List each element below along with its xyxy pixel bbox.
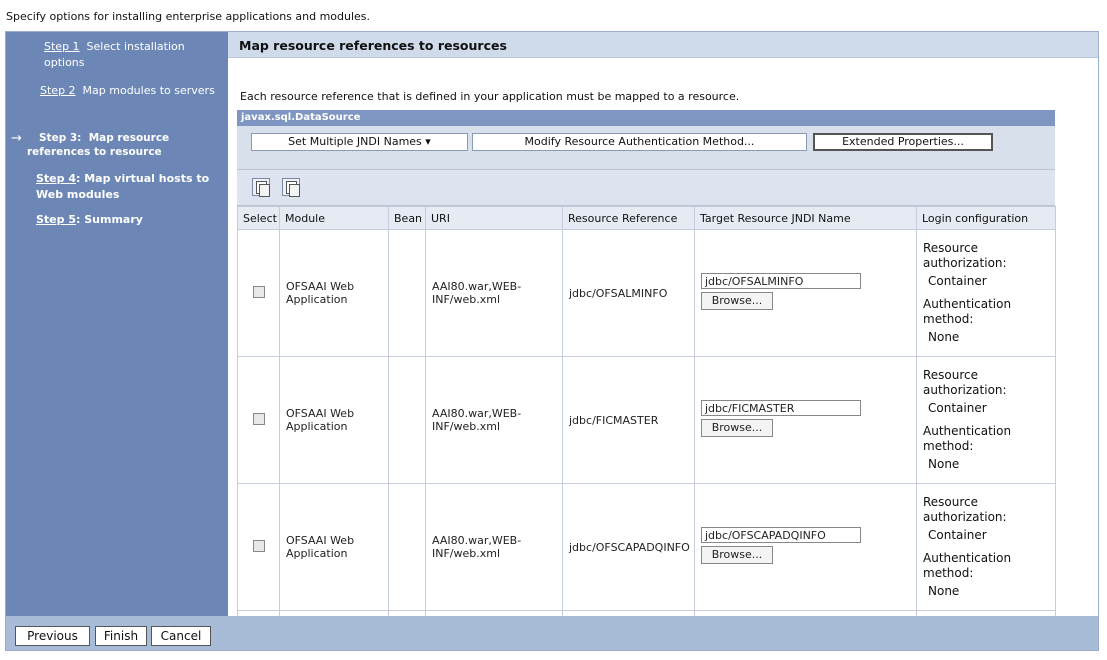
method-value: None: [928, 457, 960, 471]
row-select-cell: [237, 356, 280, 484]
resource-reference-table: Select Module Bean URI Resource Referenc…: [237, 206, 1056, 616]
login-config-cell: Resource authorization: Container Authen…: [916, 229, 1056, 357]
deselect-all-icon[interactable]: [282, 178, 300, 197]
table-row: OFSAAI Web Application AAI80.war,WEB-INF…: [237, 483, 1056, 611]
row-checkbox[interactable]: [252, 539, 265, 552]
login-config-cell: Resource authorization: Container Authen…: [916, 356, 1056, 484]
wizard-frame: Step 1 Select installation options Step …: [5, 31, 1099, 651]
resource-ref-cell: jdbc/FICMASTER: [562, 356, 695, 484]
finish-button[interactable]: Finish: [95, 626, 147, 646]
row-select-cell: [237, 229, 280, 357]
jndi-cell: jdbc/FICMASTER Browse...: [694, 356, 917, 484]
modify-auth-method-button[interactable]: Modify Resource Authentication Method...: [472, 133, 807, 151]
uri-cell: AAI80.war,WEB-INF/web.xml: [425, 483, 563, 611]
method-label: Authentication method:: [923, 297, 1012, 326]
auth-label: Resource authorization:: [923, 241, 1007, 270]
module-cell: OFSAAI Web Application: [279, 229, 389, 357]
extended-properties-button[interactable]: Extended Properties...: [813, 133, 993, 151]
current-step-arrow-icon: →: [11, 131, 22, 146]
cancel-button[interactable]: Cancel: [151, 626, 211, 646]
auth-label: Resource authorization:: [923, 368, 1007, 397]
step-4-link[interactable]: Step 4: [36, 172, 76, 185]
col-module: Module: [279, 206, 389, 230]
wizard-steps-sidebar: Step 1 Select installation options Step …: [6, 32, 228, 616]
browse-button[interactable]: Browse...: [701, 546, 773, 564]
row-checkbox[interactable]: [252, 285, 265, 298]
step-5-desc: : Summary: [76, 213, 143, 226]
col-login-config: Login configuration: [916, 206, 1056, 230]
table-action-buttons: Set Multiple JNDI Names ▾ Modify Resourc…: [237, 126, 1055, 170]
col-uri: URI: [425, 206, 563, 230]
login-config-cell: Resource authorization: Container Authen…: [916, 483, 1056, 611]
selection-toolbar: [237, 170, 1055, 206]
step-1[interactable]: Step 1 Select installation options: [44, 39, 214, 71]
previous-button[interactable]: Previous: [15, 626, 90, 646]
row-select-cell: [237, 483, 280, 611]
table-row: OFSAAI Web Application AAI80.war,WEB-INF…: [237, 229, 1056, 357]
step-2-link[interactable]: Step 2: [40, 84, 76, 97]
resource-ref-cell: jdbc/OFSCAPADQINFO: [562, 483, 695, 611]
jndi-cell: jdbc/OFSCAPADQINFO Browse...: [694, 483, 917, 611]
step-2-desc: Map modules to servers: [82, 84, 215, 97]
uri-cell: AAI80.war,WEB-INF/web.xml: [425, 229, 563, 357]
browse-button[interactable]: Browse...: [701, 292, 773, 310]
step-1-link[interactable]: Step 1: [44, 40, 80, 53]
step-3-current: Step 3: Map resource references to resou…: [27, 131, 217, 159]
datasource-header: javax.sql.DataSource: [237, 110, 1055, 126]
auth-value: Container: [928, 401, 987, 415]
jndi-name-input[interactable]: jdbc/FICMASTER: [701, 400, 861, 416]
col-resource-reference: Resource Reference: [562, 206, 695, 230]
method-value: None: [928, 584, 960, 598]
col-target-jndi: Target Resource JNDI Name: [694, 206, 917, 230]
module-cell: OFSAAI Web Application: [279, 483, 389, 611]
method-value: None: [928, 330, 960, 344]
select-all-icon[interactable]: [252, 178, 270, 197]
auth-value: Container: [928, 528, 987, 542]
jndi-name-input[interactable]: jdbc/OFSALMINFO: [701, 273, 861, 289]
row-checkbox[interactable]: [252, 412, 265, 425]
table-header-row: Select Module Bean URI Resource Referenc…: [237, 206, 1056, 230]
step-3-label: Step 3:: [39, 132, 82, 144]
col-bean: Bean: [388, 206, 426, 230]
main-panel: Map resource references to resources Eac…: [228, 32, 1098, 616]
set-multiple-jndi-button[interactable]: Set Multiple JNDI Names ▾: [251, 133, 468, 151]
uri-cell: AAI80.war,WEB-INF/web.xml: [425, 356, 563, 484]
step-5[interactable]: Step 5: Summary: [36, 212, 216, 228]
jndi-cell: jdbc/OFSALMINFO Browse...: [694, 229, 917, 357]
panel-title: Map resource references to resources: [239, 38, 507, 53]
col-select: Select: [237, 206, 280, 230]
wizard-footer: Previous Finish Cancel: [6, 616, 1098, 650]
auth-value: Container: [928, 274, 987, 288]
bean-cell: [388, 483, 426, 611]
browse-button[interactable]: Browse...: [701, 419, 773, 437]
step-5-link[interactable]: Step 5: [36, 213, 76, 226]
resource-ref-cell: jdbc/OFSALMINFO: [562, 229, 695, 357]
table-row: OFSAAI Web Application AAI80.war,WEB-INF…: [237, 356, 1056, 484]
method-label: Authentication method:: [923, 551, 1012, 580]
page-intro: Specify options for installing enterpris…: [6, 10, 371, 23]
method-label: Authentication method:: [923, 424, 1012, 453]
auth-label: Resource authorization:: [923, 495, 1007, 524]
step-2[interactable]: Step 2 Map modules to servers: [40, 83, 215, 99]
bean-cell: [388, 229, 426, 357]
panel-titlebar: Map resource references to resources: [228, 32, 1098, 58]
panel-instruction: Each resource reference that is defined …: [240, 90, 740, 103]
step-4[interactable]: Step 4: Map virtual hosts to Web modules: [36, 171, 216, 203]
bean-cell: [388, 356, 426, 484]
module-cell: OFSAAI Web Application: [279, 356, 389, 484]
jndi-name-input[interactable]: jdbc/OFSCAPADQINFO: [701, 527, 861, 543]
